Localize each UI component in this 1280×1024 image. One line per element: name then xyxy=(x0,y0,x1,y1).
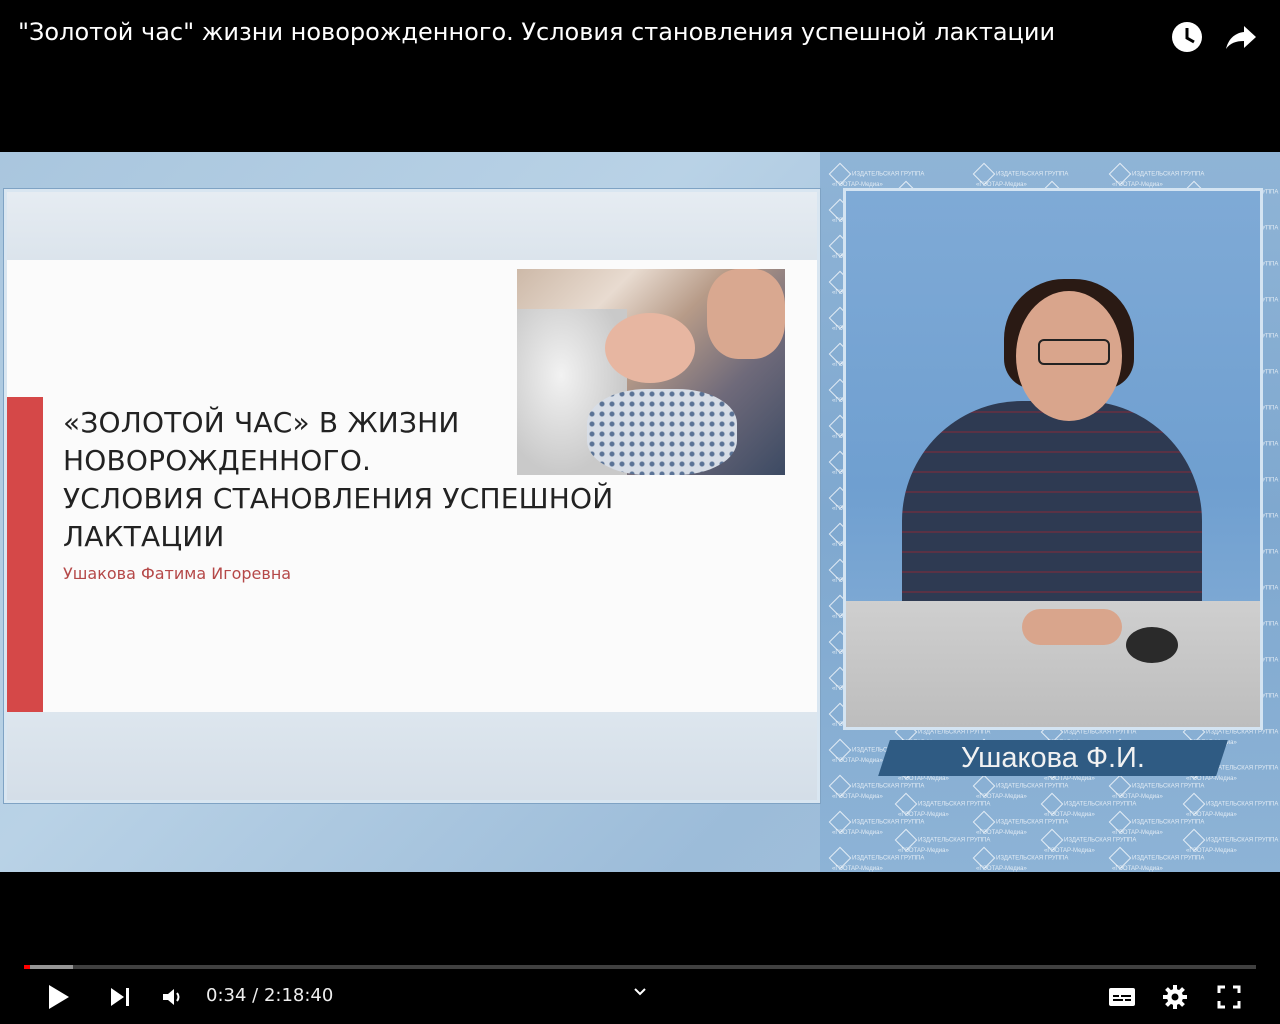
chevron-down-icon xyxy=(634,988,646,996)
slide-accent-bar xyxy=(7,397,43,712)
volume-icon xyxy=(163,989,180,1005)
next-icon xyxy=(111,988,129,1006)
play-icon xyxy=(49,985,69,1009)
time-display: 0:34 / 2:18:40 xyxy=(206,985,333,1006)
subtitles-button[interactable] xyxy=(1104,980,1140,1014)
presenter-glasses xyxy=(1038,339,1110,365)
share-arrow-icon xyxy=(1226,26,1256,49)
slide-title-line: НОВОРОЖДЕННОГО. xyxy=(63,444,372,477)
video-frame[interactable]: ИЗДАТЕЛЬСКАЯ ГРУППА «ГЭОТАР-Медиа» ИЗДАТЕ… xyxy=(0,152,1280,872)
fullscreen-button[interactable] xyxy=(1212,980,1246,1014)
presentation-slide: «ЗОЛОТОЙ ЧАС» В ЖИЗНИ НОВОРОЖДЕННОГО. УС… xyxy=(4,189,820,803)
watermark-logo: ИЗДАТЕЛЬСКАЯ ГРУППА «ГЭОТАР-Медиа» xyxy=(832,850,924,872)
presenter-body xyxy=(902,401,1202,631)
next-button[interactable] xyxy=(104,980,136,1014)
slide-title: «ЗОЛОТОЙ ЧАС» В ЖИЗНИ НОВОРОЖДЕННОГО. УС… xyxy=(63,404,623,556)
duration: 2:18:40 xyxy=(263,985,334,1006)
slide-title-line: ЛАКТАЦИИ xyxy=(63,520,225,553)
progress-bar[interactable] xyxy=(24,965,1256,969)
current-time: 0:34 xyxy=(206,985,247,1006)
buffer-fill xyxy=(24,965,74,969)
volume-button[interactable] xyxy=(158,980,188,1014)
presenter-video xyxy=(843,188,1263,730)
subtitles-icon xyxy=(1109,988,1135,1006)
slide-footer-band xyxy=(7,712,817,800)
share-button[interactable] xyxy=(1224,20,1258,54)
slide-title-line: «ЗОЛОТОЙ ЧАС» В ЖИЗНИ xyxy=(63,406,460,439)
play-button[interactable] xyxy=(40,980,76,1014)
watch-later-button[interactable] xyxy=(1170,20,1204,54)
slide-author: Ушакова Фатима Игоревна xyxy=(63,564,292,583)
slide-title-line: УСЛОВИЯ СТАНОВЛЕНИЯ УСПЕШНОЙ xyxy=(63,482,614,515)
chapters-chevron-button[interactable] xyxy=(630,982,650,1002)
presenter-caption: Ушакова Ф.И. xyxy=(961,742,1145,774)
watermark-logo: ИЗДАТЕЛЬСКАЯ ГРУППА «ГЭОТАР-Медиа» xyxy=(1112,850,1204,872)
clock-icon xyxy=(1172,22,1202,52)
settings-button[interactable] xyxy=(1158,980,1192,1014)
gear-icon xyxy=(1163,985,1187,1009)
slide-header-band xyxy=(7,192,817,260)
presenter-hands xyxy=(1022,609,1122,645)
fullscreen-icon xyxy=(1217,985,1241,1009)
watermark-logo: ИЗДАТЕЛЬСКАЯ ГРУППА «ГЭОТАР-Медиа» xyxy=(976,850,1068,872)
played-fill xyxy=(24,965,30,969)
video-title[interactable]: "Золотой час" жизни новорожденного. Усло… xyxy=(18,18,1055,46)
computer-mouse xyxy=(1126,627,1178,663)
time-separator: / xyxy=(246,985,264,1006)
